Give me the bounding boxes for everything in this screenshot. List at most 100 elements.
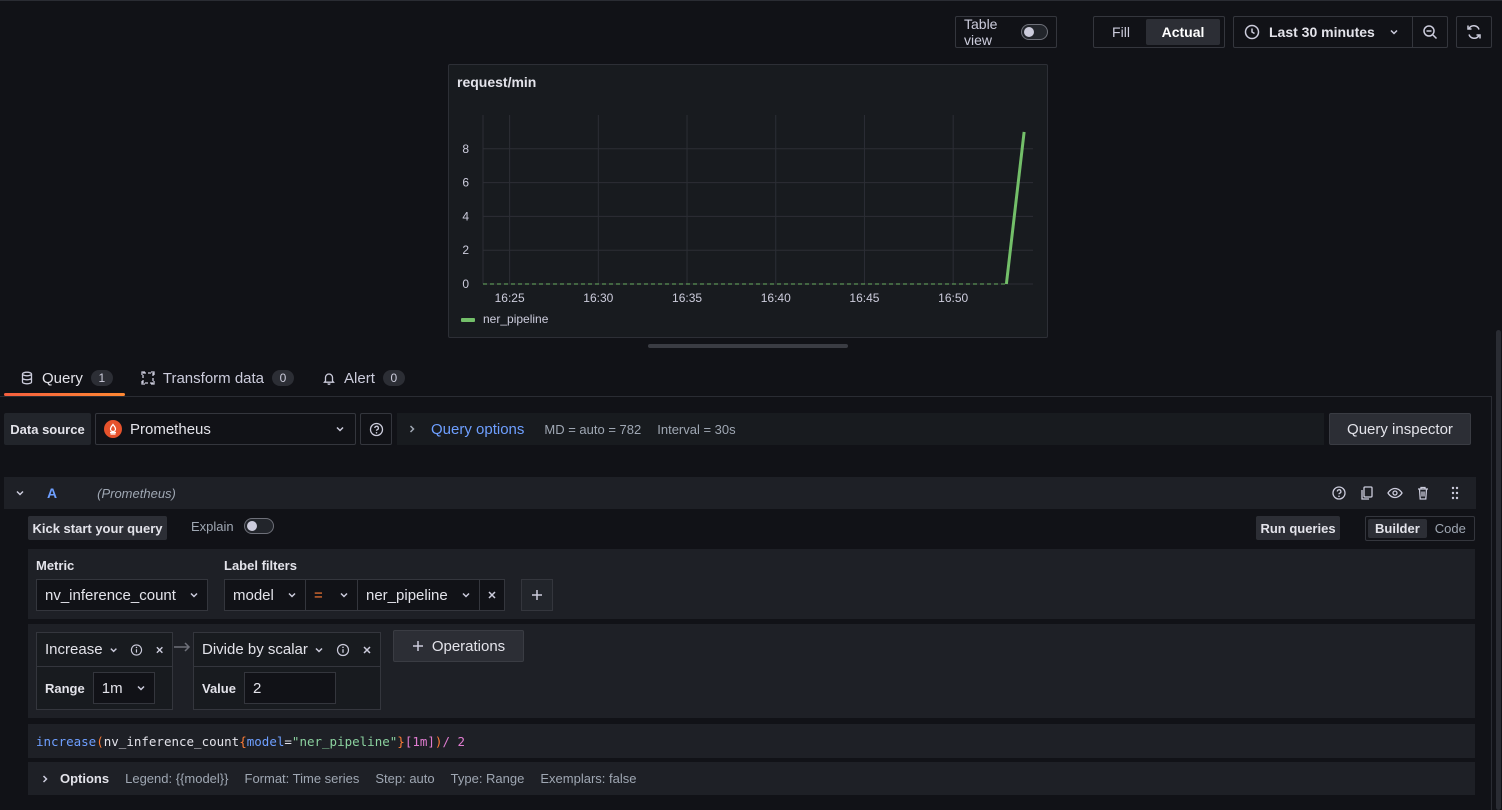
operation-header: Increase [37, 633, 172, 667]
add-operation-label: Operations [431, 637, 506, 655]
scalar-value-input[interactable]: 2 [243, 672, 336, 704]
label-value-select[interactable]: ner_pipeline [357, 579, 480, 611]
metric-select[interactable]: nv_inference_count [36, 579, 208, 611]
drag-handle-icon[interactable] [1446, 484, 1464, 502]
value-label: Value [202, 680, 236, 696]
query-inspector-button[interactable]: Query inspector [1329, 413, 1471, 445]
y-tick-label: 8 [462, 142, 469, 156]
operation-name[interactable]: Increase [45, 641, 103, 658]
tab-query-label: Query [42, 369, 83, 387]
panel-request-min: request/min 0 2 4 6 8 16:25 16:30 16:35 16:40 16:… [448, 64, 1048, 338]
close-icon [488, 591, 496, 599]
options-step: Step: auto [375, 771, 435, 786]
builder-code-switch: Builder Code [1365, 516, 1475, 541]
builder-mode-button[interactable]: Builder [1368, 519, 1427, 538]
fill-button[interactable]: Fill [1096, 19, 1146, 45]
actual-button[interactable]: Actual [1146, 19, 1220, 45]
x-tick-label: 16:50 [938, 291, 968, 305]
query-options-bar[interactable]: Query options MD = auto = 782 Interval =… [397, 413, 1324, 445]
eye-icon[interactable] [1386, 484, 1404, 502]
chevron-down-icon [462, 592, 470, 598]
help-icon[interactable] [1330, 484, 1348, 502]
bell-icon [323, 373, 335, 385]
tabs-divider [0, 396, 1492, 397]
top-divider [0, 0, 1502, 1]
fill-actual-switch: Fill Actual [1093, 16, 1225, 48]
table-view-switch[interactable] [1021, 24, 1048, 40]
run-queries-button[interactable]: Run queries [1256, 516, 1340, 540]
table-view-toggle[interactable]: Table view [955, 16, 1057, 48]
query-options-row[interactable]: Options Legend: {{model}} Format: Time s… [28, 762, 1475, 795]
options-type: Type: Range [450, 771, 525, 786]
prometheus-icon [104, 420, 122, 438]
chevron-down-icon [190, 592, 198, 598]
operation-name[interactable]: Divide by scalar [202, 641, 308, 658]
chevron-down-icon[interactable] [109, 645, 118, 655]
y-tick-label: 2 [462, 243, 469, 257]
kick-start-button[interactable]: Kick start your query [28, 516, 167, 540]
editor-border [1491, 396, 1492, 810]
tab-transform-data[interactable]: Transform data 0 [125, 360, 306, 396]
add-operation-button[interactable]: Operations [393, 630, 524, 662]
x-tick-label: 16:40 [761, 291, 791, 305]
legend-swatch [461, 318, 475, 322]
series-line-ner_pipeline [1004, 131, 1026, 285]
preview-scalar: / 2 [442, 733, 466, 749]
add-filter-button[interactable] [521, 579, 553, 611]
close-icon[interactable] [155, 645, 164, 655]
operation-increase: Increase Range 1m [36, 632, 173, 710]
explain-switch[interactable] [243, 518, 274, 534]
chevron-right-icon [42, 774, 48, 783]
tab-alert-count: 0 [382, 370, 405, 386]
query-row-header[interactable]: A (Prometheus) [4, 477, 1476, 509]
zoom-out-button[interactable] [1413, 17, 1447, 47]
options-label: Options [60, 771, 110, 786]
trash-icon[interactable] [1414, 484, 1432, 502]
close-icon[interactable] [362, 645, 372, 655]
refresh-button[interactable] [1456, 16, 1492, 48]
zoom-out-icon [1423, 25, 1438, 40]
tab-query[interactable]: Query 1 [4, 360, 125, 396]
data-source-help-button[interactable] [360, 413, 392, 445]
remove-filter-button[interactable] [479, 579, 505, 611]
label-key-select[interactable]: model [224, 579, 306, 611]
query-ref-id[interactable]: A [47, 485, 57, 501]
explain-label: Explain [191, 518, 234, 534]
range-select[interactable]: 1m [92, 672, 155, 704]
plus-icon [532, 590, 542, 600]
preview-operator: = [284, 733, 292, 749]
tab-transform-label: Transform data [162, 369, 265, 387]
preview-brace: } [397, 733, 405, 749]
max-data-points: MD = auto = 782 [544, 421, 642, 437]
scalar-value: 2 [252, 679, 262, 697]
chevron-down-icon[interactable] [314, 645, 324, 655]
collapse-chevron-icon[interactable] [15, 488, 25, 498]
legend-item: ner_pipeline [483, 312, 549, 326]
operation-header: Divide by scalar [194, 633, 380, 667]
x-tick-label: 16:25 [495, 291, 525, 305]
tab-transform-count: 0 [272, 370, 295, 386]
code-mode-button[interactable]: Code [1427, 519, 1474, 538]
x-tick-label: 16:45 [849, 291, 879, 305]
plus-icon [412, 641, 423, 651]
page-scrollbar[interactable] [1496, 330, 1501, 810]
label-filters-label: Label filters [224, 558, 297, 573]
data-source-select[interactable]: Prometheus [95, 413, 356, 445]
time-range-button[interactable]: Last 30 minutes [1234, 17, 1414, 47]
metric-value: nv_inference_count [45, 586, 176, 604]
tab-alert[interactable]: Alert 0 [306, 360, 417, 396]
operations-section: Increase Range 1m Divide by scalar Value… [28, 624, 1475, 718]
range-label: Range [45, 680, 85, 696]
info-icon[interactable] [130, 643, 143, 657]
range-value: 1m [101, 679, 123, 697]
time-picker: Last 30 minutes [1233, 16, 1448, 48]
query-options-link[interactable]: Query options [431, 421, 524, 438]
x-tick-label: 16:35 [672, 291, 702, 305]
explain-toggle[interactable]: Explain [191, 518, 274, 534]
panel-resize-handle[interactable] [648, 344, 848, 348]
info-icon[interactable] [336, 643, 350, 657]
duplicate-icon[interactable] [1358, 484, 1376, 502]
label-operator-select[interactable]: = [305, 579, 358, 611]
preview-range: [1m] [404, 733, 435, 749]
y-tick-label: 6 [462, 176, 469, 190]
